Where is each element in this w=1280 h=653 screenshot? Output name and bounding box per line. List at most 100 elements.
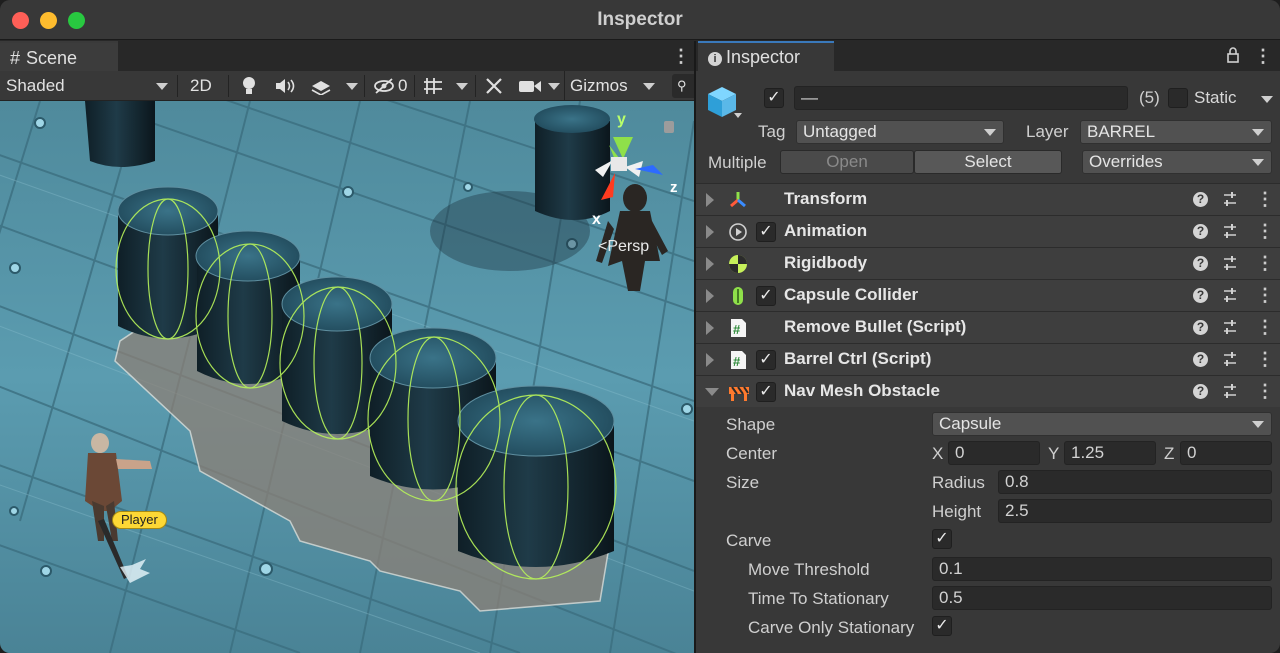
gameobject-cube-icon[interactable] [706, 85, 742, 126]
component-enabled-checkbox[interactable]: ✓ [756, 286, 776, 306]
static-checkbox[interactable] [1168, 88, 1188, 108]
component-enabled-checkbox[interactable]: ✓ [756, 350, 776, 370]
help-icon[interactable]: ? [1193, 224, 1208, 239]
center-y-field[interactable]: 1.25 [1064, 441, 1156, 465]
foldout-arrow-icon[interactable] [705, 388, 719, 396]
script-icon: # [728, 350, 748, 370]
inspector-tab-label: Inspector [726, 47, 801, 67]
time-to-stationary-field[interactable]: 0.5 [932, 586, 1272, 610]
gizmos-dropdown[interactable]: Gizmos [564, 71, 658, 101]
center-y-label[interactable]: Y [1048, 444, 1059, 464]
help-icon[interactable]: ? [1193, 192, 1208, 207]
chevron-down-icon [984, 129, 996, 136]
audio-toggle-icon[interactable] [274, 71, 296, 101]
component-transform[interactable]: Transform ? ⋮ [696, 183, 1280, 215]
component-nav-mesh-obstacle[interactable]: ✓ Nav Mesh Obstacle ? ⋮ [696, 375, 1280, 407]
preset-sliders-icon[interactable] [1222, 255, 1238, 276]
grid-chevron-down-icon[interactable] [456, 71, 468, 101]
component-more-icon[interactable]: ⋮ [1256, 190, 1274, 208]
center-x-field[interactable]: 0 [948, 441, 1040, 465]
foldout-arrow-icon[interactable] [706, 289, 714, 303]
draw-mode-dropdown[interactable]: Shaded [6, 71, 172, 101]
toggle-2d-button[interactable]: 2D [190, 71, 212, 101]
editor-window: Inspector # Scene ⋮ Shaded 2D 0 Gizmos ⚲… [0, 0, 1280, 653]
preset-sliders-icon[interactable] [1222, 319, 1238, 340]
component-more-icon[interactable]: ⋮ [1256, 350, 1274, 368]
gizmo-x-label: x [592, 211, 601, 228]
tools-icon[interactable] [484, 71, 504, 101]
tab-inspector[interactable]: i Inspector [698, 41, 834, 71]
camera-chevron-down-icon[interactable] [548, 71, 560, 101]
help-icon[interactable]: ? [1193, 352, 1208, 367]
component-remove-bullet-script[interactable]: # Remove Bullet (Script) ? ⋮ [696, 311, 1280, 343]
shape-dropdown[interactable]: Capsule [932, 412, 1272, 436]
open-button[interactable]: Open [780, 150, 914, 174]
component-barrel-ctrl-script[interactable]: # ✓ Barrel Ctrl (Script) ? ⋮ [696, 343, 1280, 375]
component-more-icon[interactable]: ⋮ [1256, 222, 1274, 240]
component-more-icon[interactable]: ⋮ [1256, 382, 1274, 400]
scene-tab-bar: # Scene ⋮ [0, 41, 694, 71]
tab-scene[interactable]: # Scene [0, 41, 118, 71]
help-icon[interactable]: ? [1193, 256, 1208, 271]
scene-more-icon[interactable]: ⋮ [672, 47, 690, 65]
gizmo-lock-icon[interactable] [664, 121, 674, 133]
component-more-icon[interactable]: ⋮ [1256, 286, 1274, 304]
preset-sliders-icon[interactable] [1222, 383, 1238, 404]
move-threshold-label[interactable]: Move Threshold [748, 560, 870, 580]
help-icon[interactable]: ? [1193, 384, 1208, 399]
scene-search-icon[interactable]: ⚲ [672, 74, 694, 98]
time-to-stationary-label[interactable]: Time To Stationary [748, 589, 889, 609]
carve-only-stationary-checkbox[interactable]: ✓ [932, 616, 952, 636]
preset-sliders-icon[interactable] [1222, 191, 1238, 212]
inspector-more-icon[interactable]: ⋮ [1254, 47, 1272, 65]
component-enabled-checkbox[interactable]: ✓ [756, 222, 776, 242]
title-bar: Inspector [0, 0, 1280, 40]
component-more-icon[interactable]: ⋮ [1256, 318, 1274, 336]
help-icon[interactable]: ? [1193, 288, 1208, 303]
height-field[interactable]: 2.5 [998, 499, 1272, 523]
object-name-field[interactable]: — [794, 86, 1128, 110]
carve-checkbox[interactable]: ✓ [932, 529, 952, 549]
effects-chevron-down-icon[interactable] [346, 71, 358, 101]
inspector-panel: i Inspector ⋮ ✓ — (5) Static Tag Untagged… [696, 41, 1280, 653]
mode-2d-label: 2D [190, 76, 212, 95]
radius-label[interactable]: Radius [932, 473, 985, 493]
preset-sliders-icon[interactable] [1222, 287, 1238, 308]
foldout-arrow-icon[interactable] [706, 353, 714, 367]
foldout-arrow-icon[interactable] [706, 321, 714, 335]
preset-sliders-icon[interactable] [1222, 223, 1238, 244]
component-enabled-checkbox[interactable]: ✓ [756, 382, 776, 402]
center-x-label[interactable]: X [932, 444, 943, 464]
scene-panel: # Scene ⋮ Shaded 2D 0 Gizmos ⚲ y x z <Pe… [0, 41, 694, 653]
hidden-objects-toggle[interactable]: 0 [373, 71, 407, 101]
height-label[interactable]: Height [932, 502, 981, 522]
move-threshold-field[interactable]: 0.1 [932, 557, 1272, 581]
projection-label[interactable]: <Persp [598, 238, 649, 256]
foldout-arrow-icon[interactable] [706, 193, 714, 207]
component-animation[interactable]: ✓ Animation ? ⋮ [696, 215, 1280, 247]
effects-toggle-icon[interactable] [310, 71, 332, 101]
object-active-checkbox[interactable]: ✓ [764, 88, 784, 108]
component-capsule-collider[interactable]: ✓ Capsule Collider ? ⋮ [696, 279, 1280, 311]
overrides-dropdown[interactable]: Overrides [1082, 150, 1272, 174]
help-icon[interactable]: ? [1193, 320, 1208, 335]
center-z-field[interactable]: 0 [1180, 441, 1272, 465]
preset-sliders-icon[interactable] [1222, 351, 1238, 372]
select-button[interactable]: Select [914, 150, 1062, 174]
component-rigidbody[interactable]: Rigidbody ? ⋮ [696, 247, 1280, 279]
grid-toggle-icon[interactable] [422, 71, 444, 101]
radius-field[interactable]: 0.8 [998, 470, 1272, 494]
tag-dropdown[interactable]: Untagged [796, 120, 1004, 144]
center-z-label[interactable]: Z [1164, 444, 1174, 464]
foldout-arrow-icon[interactable] [706, 225, 714, 239]
lighting-toggle-icon[interactable] [240, 71, 258, 101]
nav-mesh-obstacle-icon [728, 382, 749, 402]
camera-icon[interactable] [518, 71, 542, 101]
component-more-icon[interactable]: ⋮ [1256, 254, 1274, 272]
static-chevron-down-icon[interactable] [1261, 96, 1273, 103]
layer-label: Layer [1026, 122, 1069, 141]
scene-viewport[interactable]: y x z <Persp Player [0, 101, 694, 653]
layer-dropdown[interactable]: BARREL [1080, 120, 1272, 144]
lock-icon[interactable] [1226, 47, 1240, 68]
foldout-arrow-icon[interactable] [706, 257, 714, 271]
